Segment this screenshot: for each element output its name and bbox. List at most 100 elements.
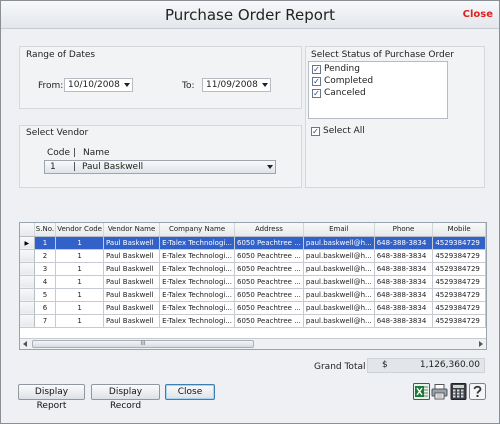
- display-record-button[interactable]: Display Record: [91, 384, 160, 411]
- table-cell[interactable]: 648-388-3834: [374, 301, 434, 315]
- column-header[interactable]: Company Name: [159, 223, 236, 237]
- table-row[interactable]: ▶ 1 1 Paul Baskwell E-Talex Technologi... 605…: [20, 236, 486, 250]
- table-cell[interactable]: 6050 Peachtree ...: [234, 314, 304, 328]
- display-report-button[interactable]: Display Report: [18, 384, 85, 411]
- purchase-order-grid[interactable]: S.No. Vendor Code Vendor Name Company Na…: [19, 222, 487, 350]
- scroll-thumb[interactable]: III: [32, 340, 254, 348]
- table-row[interactable]: 4 1 Paul Baskwell E-Talex Technologi... 6050…: [20, 275, 486, 289]
- table-cell[interactable]: paul.baskwell@h...: [303, 314, 375, 328]
- help-icon[interactable]: [469, 383, 486, 400]
- table-cell[interactable]: Paul Baskwell: [103, 314, 161, 328]
- table-cell[interactable]: 648-388-3834: [374, 262, 434, 276]
- table-cell[interactable]: E-Talex Technologi...: [159, 314, 236, 328]
- table-cell[interactable]: 648-388-3834: [374, 249, 434, 263]
- table-cell[interactable]: E-Talex Technologi...: [159, 262, 236, 276]
- row-header[interactable]: [20, 314, 35, 328]
- table-cell[interactable]: 6050 Peachtree ...: [234, 275, 304, 289]
- table-cell[interactable]: 1: [55, 249, 104, 263]
- table-cell[interactable]: 6050 Peachtree ...: [234, 236, 304, 250]
- table-cell[interactable]: E-Talex Technologi...: [159, 275, 236, 289]
- table-cell[interactable]: paul.baskwell@h...: [303, 275, 375, 289]
- table-cell[interactable]: 648-388-3834: [374, 288, 434, 302]
- table-cell[interactable]: E-Talex Technologi...: [159, 236, 236, 250]
- column-header[interactable]: Mobile: [432, 223, 486, 237]
- table-cell[interactable]: 1: [55, 275, 104, 289]
- from-date-picker[interactable]: 10/10/2008: [64, 78, 133, 92]
- table-cell[interactable]: E-Talex Technologi...: [159, 288, 236, 302]
- vendor-dropdown[interactable]: 1 | Paul Baskwell: [44, 160, 276, 174]
- table-cell[interactable]: 2: [34, 249, 57, 263]
- table-cell[interactable]: 4529384729: [432, 314, 486, 328]
- table-cell[interactable]: 648-388-3834: [374, 275, 434, 289]
- table-cell[interactable]: 6050 Peachtree ...: [234, 301, 304, 315]
- table-row[interactable]: 7 1 Paul Baskwell E-Talex Technologi... 6050…: [20, 314, 486, 328]
- table-cell[interactable]: 4529384729: [432, 275, 486, 289]
- column-header[interactable]: Vendor Name: [103, 223, 161, 237]
- scroll-left-icon[interactable]: [23, 341, 27, 347]
- calculator-icon[interactable]: [450, 383, 467, 400]
- table-row[interactable]: 6 1 Paul Baskwell E-Talex Technologi... 6050…: [20, 301, 486, 315]
- table-cell[interactable]: Paul Baskwell: [103, 236, 161, 250]
- horizontal-scrollbar[interactable]: III: [20, 338, 486, 349]
- excel-icon[interactable]: [413, 383, 430, 400]
- table-row[interactable]: 2 1 Paul Baskwell E-Talex Technologi... 6050…: [20, 249, 486, 263]
- table-cell[interactable]: paul.baskwell@h...: [303, 288, 375, 302]
- status-option-completed[interactable]: ✓ Completed: [312, 76, 373, 88]
- row-header[interactable]: [20, 262, 35, 276]
- table-cell[interactable]: Paul Baskwell: [103, 262, 161, 276]
- close-link[interactable]: Close: [463, 9, 493, 20]
- table-cell[interactable]: 4529384729: [432, 301, 486, 315]
- row-header[interactable]: [20, 301, 35, 315]
- table-cell[interactable]: 4: [34, 275, 57, 289]
- table-cell[interactable]: 4529384729: [432, 249, 486, 263]
- checkbox-checked-icon[interactable]: ✓: [312, 77, 321, 86]
- row-header[interactable]: ▶: [20, 236, 35, 250]
- table-row[interactable]: 3 1 Paul Baskwell E-Talex Technologi... 6050…: [20, 262, 486, 276]
- table-cell[interactable]: paul.baskwell@h...: [303, 236, 375, 250]
- table-cell[interactable]: 4529384729: [432, 288, 486, 302]
- table-cell[interactable]: Paul Baskwell: [103, 288, 161, 302]
- row-header[interactable]: [20, 249, 35, 263]
- table-cell[interactable]: 3: [34, 262, 57, 276]
- column-header[interactable]: Address: [234, 223, 304, 237]
- row-header[interactable]: [20, 275, 35, 289]
- table-cell[interactable]: paul.baskwell@h...: [303, 301, 375, 315]
- status-option-pending[interactable]: ✓ Pending: [312, 64, 360, 76]
- checkbox-checked-icon[interactable]: ✓: [312, 65, 321, 74]
- scroll-right-icon[interactable]: [479, 341, 483, 347]
- select-all-checkbox[interactable]: ✓ Select All: [311, 126, 365, 138]
- checkbox-checked-icon[interactable]: ✓: [312, 89, 321, 98]
- table-cell[interactable]: 7: [34, 314, 57, 328]
- column-header[interactable]: Email: [303, 223, 375, 237]
- table-cell[interactable]: 4529384729: [432, 262, 486, 276]
- table-cell[interactable]: 1: [34, 236, 57, 250]
- table-cell[interactable]: 6: [34, 301, 57, 315]
- table-cell[interactable]: E-Talex Technologi...: [159, 301, 236, 315]
- table-cell[interactable]: paul.baskwell@h...: [303, 249, 375, 263]
- table-cell[interactable]: 1: [55, 288, 104, 302]
- checkbox-checked-icon[interactable]: ✓: [311, 127, 320, 136]
- table-cell[interactable]: E-Talex Technologi...: [159, 249, 236, 263]
- table-cell[interactable]: 4529384729: [432, 236, 486, 250]
- table-cell[interactable]: 1: [55, 314, 104, 328]
- table-cell[interactable]: paul.baskwell@h...: [303, 262, 375, 276]
- table-cell[interactable]: 5: [34, 288, 57, 302]
- to-date-picker[interactable]: 11/09/2008: [202, 78, 271, 92]
- column-header[interactable]: Vendor Code: [55, 223, 104, 237]
- print-icon[interactable]: [431, 383, 448, 400]
- table-cell[interactable]: 6050 Peachtree ...: [234, 288, 304, 302]
- column-header[interactable]: Phone: [374, 223, 434, 237]
- table-cell[interactable]: 648-388-3834: [374, 314, 434, 328]
- close-button[interactable]: Close: [165, 384, 215, 400]
- table-cell[interactable]: Paul Baskwell: [103, 249, 161, 263]
- table-cell[interactable]: Paul Baskwell: [103, 275, 161, 289]
- table-cell[interactable]: 6050 Peachtree ...: [234, 249, 304, 263]
- table-cell[interactable]: 648-388-3834: [374, 236, 434, 250]
- table-cell[interactable]: 1: [55, 236, 104, 250]
- status-option-canceled[interactable]: ✓ Canceled: [312, 88, 366, 100]
- column-header[interactable]: S.No.: [34, 223, 57, 237]
- table-cell[interactable]: 1: [55, 301, 104, 315]
- table-cell[interactable]: 6050 Peachtree ...: [234, 262, 304, 276]
- row-header[interactable]: [20, 288, 35, 302]
- table-cell[interactable]: Paul Baskwell: [103, 301, 161, 315]
